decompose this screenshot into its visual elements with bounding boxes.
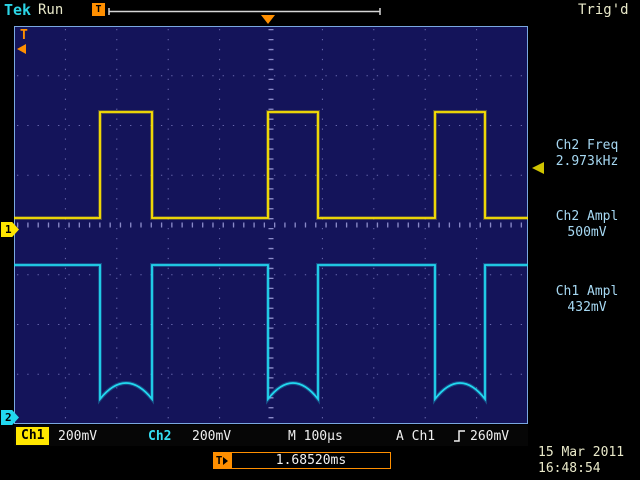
timebase-readout: M 100µs (288, 429, 343, 444)
graticule (14, 26, 528, 424)
measurement-ch1-ampl: Ch1 Ampl 432mV (534, 284, 640, 316)
measurement-value: 2.973kHz (534, 154, 640, 170)
measurement-ch2-freq: Ch2 Freq 2.973kHz (534, 138, 640, 170)
right-arrow-icon (223, 457, 228, 465)
ch2-scale-value: 200mV (192, 429, 231, 444)
trigger-status: Trig'd (578, 2, 629, 18)
measurement-ch2-ampl: Ch2 Ampl 500mV (534, 209, 640, 241)
ch2-scale-label: Ch2 (148, 429, 171, 444)
rising-edge-icon (453, 429, 466, 443)
ch1-scale-value: 200mV (58, 429, 97, 444)
trigger-source-readout: A Ch1 (396, 429, 435, 444)
scope-display (14, 26, 528, 424)
record-view-bar (108, 5, 382, 17)
trigger-delay-value: 1.68520ms (231, 452, 391, 469)
trigger-offscreen-marker: T (20, 28, 28, 43)
trigger-delay-icon-label: T (216, 454, 223, 467)
tek-logo: Tek (4, 1, 31, 19)
trigger-level-readout: 260mV (470, 429, 509, 444)
time-readout: 16:48:54 (538, 461, 624, 477)
measurement-value: 432mV (534, 300, 640, 316)
measurement-label: Ch2 Freq (534, 138, 640, 154)
measurement-value: 500mV (534, 225, 640, 241)
date-readout: 15 Mar 2011 (538, 445, 624, 461)
datetime-readout: 15 Mar 2011 16:48:54 (538, 445, 624, 477)
acquisition-status: Run (38, 2, 63, 18)
trigger-delay-icon: T (213, 452, 231, 469)
measurement-label: Ch1 Ampl (534, 284, 640, 300)
oscilloscope-screen: Tek Run T Trig'd T 1 2 Ch2 Freq 2.973kHz… (0, 0, 640, 480)
trigger-offscreen-arrow-icon (17, 44, 26, 54)
trigger-position-icon: T (92, 3, 105, 16)
window-position-arrow-icon (261, 15, 275, 24)
ch1-scale-label: Ch1 (16, 427, 49, 445)
measurement-label: Ch2 Ampl (534, 209, 640, 225)
